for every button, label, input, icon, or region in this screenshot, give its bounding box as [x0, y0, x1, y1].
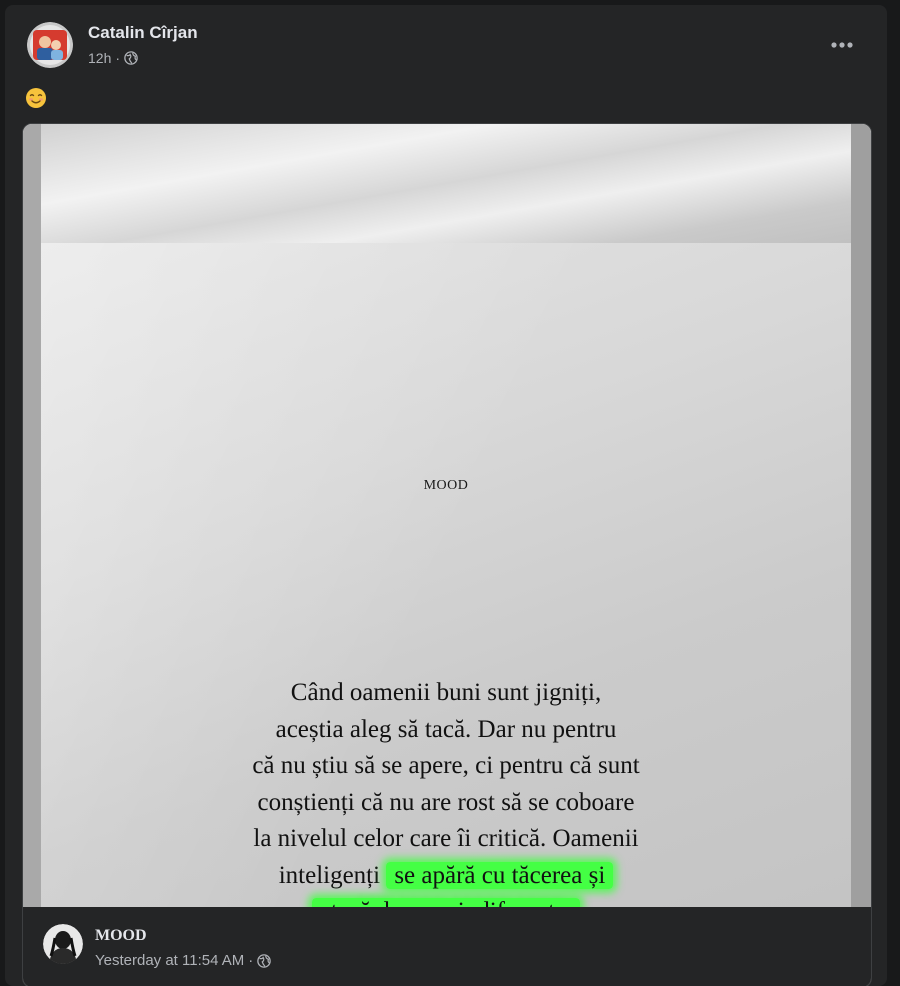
quote-line: conștienți că nu are rost să se coboare — [257, 788, 635, 816]
author-name[interactable]: Catalin Cîrjan — [88, 23, 198, 43]
globe-icon[interactable] — [257, 953, 272, 968]
meta-separator: · — [248, 952, 254, 969]
post-time[interactable]: 12h — [88, 50, 111, 66]
source-name[interactable]: MOOD — [95, 927, 147, 945]
quote-photo[interactable]: MOOD ~~~ ~~~~ ~~~~~ ~~~~~~~~~ ~~~ ~~~~~~… — [23, 124, 871, 975]
globe-icon[interactable] — [124, 51, 138, 65]
avatar-photo — [27, 22, 73, 68]
quote-line: Când oamenii buni sunt jigniți, — [290, 679, 602, 706]
book-page: MOOD ~~~ ~~~~ ~~~~~ ~~~~~~~~~ ~~~ ~~~~~~… — [41, 243, 851, 975]
fabric-background — [23, 124, 871, 254]
more-options-button[interactable] — [820, 27, 864, 63]
more-options-icon — [831, 42, 853, 48]
highlighted-text: se apără cu tăcerea și — [386, 861, 614, 889]
source-time[interactable]: Yesterday at 11:54 AM — [95, 952, 244, 969]
meta-separator: · — [115, 50, 121, 66]
source-meta: Yesterday at 11:54 AM · — [95, 952, 272, 969]
quote-line: la nivelul celor care îi critică. Oameni… — [253, 825, 639, 852]
author-avatar[interactable] — [27, 22, 73, 68]
quote-line: că nu știu să se apere, ci pentru că sun… — [252, 752, 640, 779]
post-header: Catalin Cîrjan 12h · — [5, 5, 887, 85]
post-card: Catalin Cîrjan 12h · MOOD Când oamenii b… — [5, 5, 887, 986]
source-avatar[interactable] — [43, 924, 83, 964]
photo-edge — [851, 124, 871, 907]
quote-text: Când oamenii buni sunt jigniți, aceștia … — [41, 675, 851, 931]
source-avatar-photo — [43, 924, 83, 964]
page-header: MOOD — [423, 478, 469, 493]
smiling-face-emoji — [25, 87, 47, 109]
shared-post-card[interactable]: MOOD ~~~ ~~~~ ~~~~~ ~~~~~~~~~ ~~~ ~~~~~~… — [22, 123, 872, 986]
quote-plain-segment: inteligenți — [278, 861, 387, 889]
quote-line: inteligenți se apără cu tăcerea și — [41, 858, 851, 895]
post-meta: 12h · — [88, 50, 138, 66]
photo-edge — [23, 124, 41, 907]
shared-source-footer: MOOD Yesterday at 11:54 AM · — [23, 907, 871, 986]
quote-line: aceștia aleg să tacă. Dar nu pentru — [275, 715, 617, 743]
